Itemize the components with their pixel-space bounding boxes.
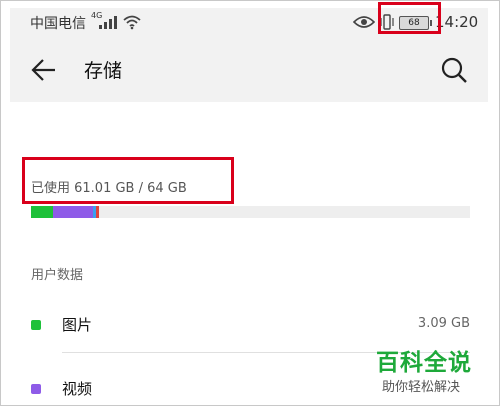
wifi-icon (123, 15, 141, 30)
used-highlight-box (22, 157, 234, 204)
storage-segment-images (31, 206, 53, 218)
storage-segment-other (96, 206, 99, 218)
carrier-name: 中国电信 (30, 16, 86, 32)
storage-item-label: 图片 (62, 316, 93, 334)
storage-item-label: 视频 (62, 380, 93, 398)
page-title: 存储 (84, 60, 123, 82)
clock: 14:20 (435, 13, 479, 31)
signal-icon (99, 16, 117, 29)
search-icon[interactable] (440, 56, 468, 84)
user-data-header: 用户数据 (31, 268, 84, 283)
storage-usage-bar (31, 206, 470, 218)
battery-highlight-box (378, 2, 441, 34)
images-color-dot (31, 320, 41, 330)
app-toolbar: 存储 (10, 36, 488, 102)
eye-icon (353, 16, 375, 28)
storage-item-images[interactable]: 图片 3.09 GB (0, 306, 500, 346)
storage-segment-videos (53, 206, 93, 218)
arrow-left-icon[interactable] (30, 56, 58, 84)
watermark-subtitle: 助你轻松解决 (382, 380, 461, 395)
watermark-title: 百科全说 (376, 350, 472, 376)
videos-color-dot (31, 384, 41, 394)
storage-item-size: 3.09 GB (417, 316, 470, 331)
